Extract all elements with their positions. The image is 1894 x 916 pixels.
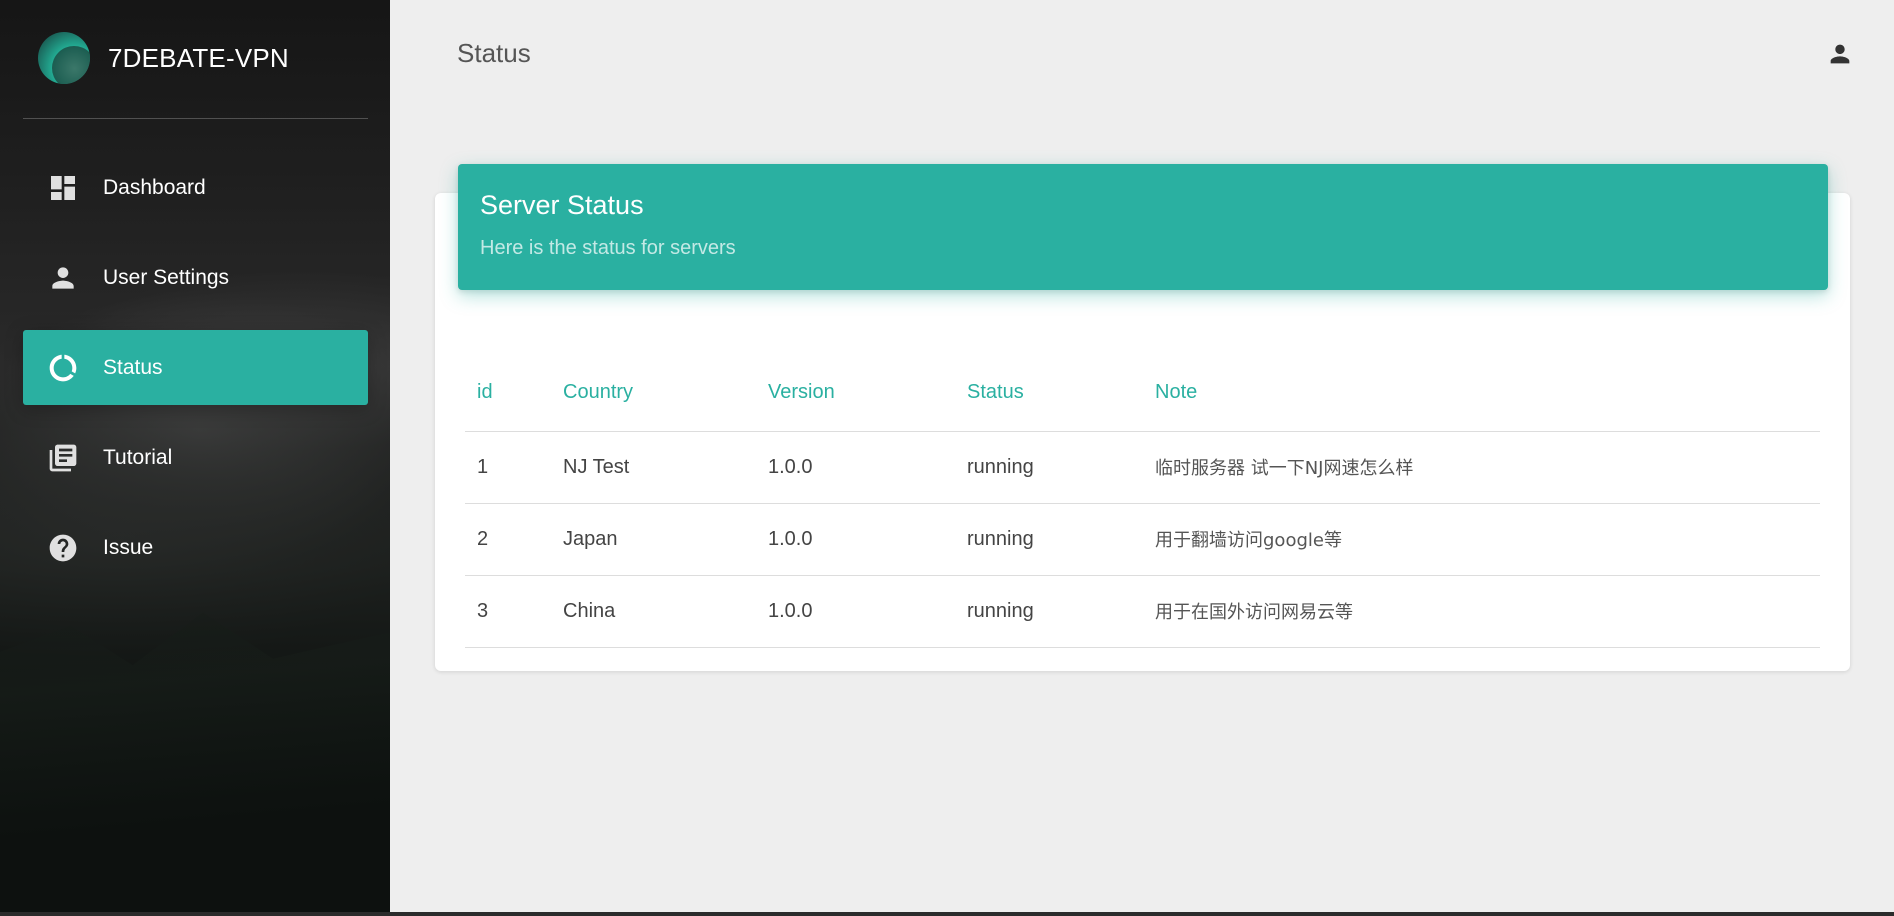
table-header-row: id Country Version Status Note (465, 355, 1820, 432)
cell-version: 1.0.0 (756, 503, 955, 576)
card-header: Server Status Here is the status for ser… (458, 164, 1828, 290)
sidebar-item-dashboard[interactable]: Dashboard (23, 150, 368, 225)
table-row: 3 China 1.0.0 running 用于在国外访问网易云等 (465, 575, 1820, 648)
cell-country: NJ Test (551, 431, 756, 504)
sidebar: 7DEBATE-VPN Dashboard User Settings Stat… (0, 0, 390, 916)
column-header-version: Version (756, 355, 955, 432)
sidebar-item-status[interactable]: Status (23, 330, 368, 405)
cell-note: 临时服务器 试一下NJ网速怎么样 (1143, 431, 1820, 504)
account-icon[interactable] (1826, 40, 1854, 68)
window-bottom-edge (0, 912, 1894, 916)
cell-note: 用于翻墙访问google等 (1143, 503, 1820, 576)
cell-id: 2 (465, 503, 551, 576)
column-header-status: Status (955, 355, 1143, 432)
sidebar-item-issue[interactable]: Issue (23, 510, 368, 585)
sidebar-item-label: Tutorial (103, 445, 173, 469)
sidebar-item-user-settings[interactable]: User Settings (23, 240, 368, 315)
cell-version: 1.0.0 (756, 431, 955, 504)
page-title: Status (457, 38, 531, 68)
brand-title: 7DEBATE-VPN (108, 42, 289, 73)
sidebar-nav: Dashboard User Settings Status Tutorial … (23, 150, 368, 600)
cell-id: 3 (465, 575, 551, 648)
table-row: 1 NJ Test 1.0.0 running 临时服务器 试一下NJ网速怎么样 (465, 431, 1820, 504)
cell-note: 用于在国外访问网易云等 (1143, 575, 1820, 648)
sidebar-item-label: Issue (103, 535, 154, 559)
help-circle-icon (47, 532, 79, 564)
column-header-note: Note (1143, 355, 1820, 432)
sidebar-item-label: Status (103, 355, 163, 379)
column-header-country: Country (551, 355, 756, 432)
cell-id: 1 (465, 431, 551, 504)
cell-country: China (551, 575, 756, 648)
sidebar-background-image (0, 612, 390, 916)
sidebar-item-label: User Settings (103, 265, 230, 289)
card-subtitle: Here is the status for servers (480, 237, 736, 259)
cell-status: running (955, 503, 1143, 576)
cell-country: Japan (551, 503, 756, 576)
dashboard-icon (47, 172, 79, 204)
sidebar-divider (23, 118, 368, 119)
cell-status: running (955, 575, 1143, 648)
sidebar-item-label: Dashboard (103, 175, 206, 199)
server-status-table: id Country Version Status Note 1 NJ Test… (465, 355, 1820, 648)
cell-version: 1.0.0 (756, 575, 955, 648)
person-icon (47, 262, 79, 294)
brand[interactable]: 7DEBATE-VPN (38, 32, 289, 84)
cell-status: running (955, 431, 1143, 504)
sidebar-item-tutorial[interactable]: Tutorial (23, 420, 368, 495)
library-books-icon (47, 442, 79, 474)
card-title: Server Status (480, 190, 644, 220)
donut-icon (47, 352, 79, 384)
column-header-id: id (465, 355, 551, 432)
brand-logo-icon (38, 32, 90, 84)
table-row: 2 Japan 1.0.0 running 用于翻墙访问google等 (465, 503, 1820, 576)
